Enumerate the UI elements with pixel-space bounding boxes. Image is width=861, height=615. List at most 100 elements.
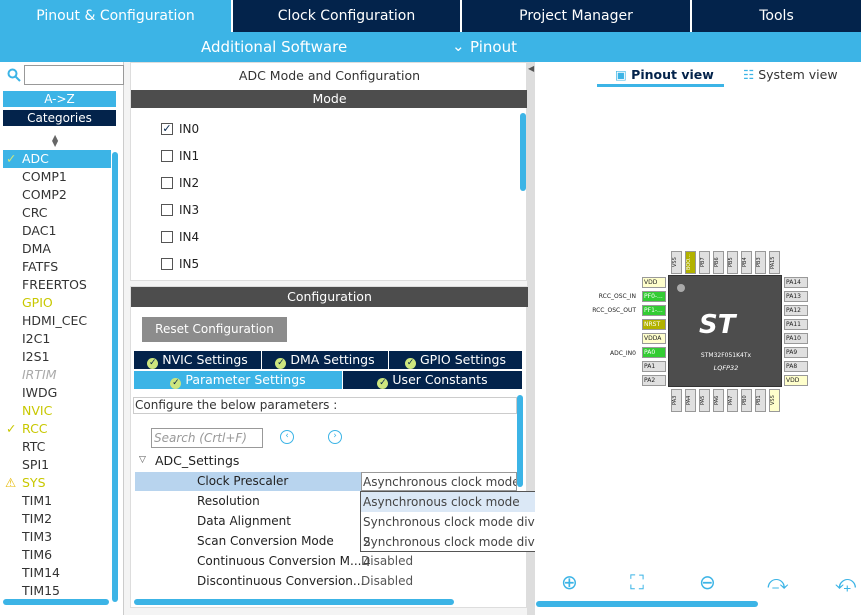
category-search-input[interactable] bbox=[24, 65, 124, 85]
list-item[interactable]: FATFS bbox=[3, 258, 111, 276]
checkbox-in5[interactable]: IN5 bbox=[161, 256, 199, 272]
previous-icon[interactable]: ‹ bbox=[280, 430, 294, 444]
pin[interactable]: VDD bbox=[642, 277, 666, 288]
additional-software-menu[interactable]: Additional Software bbox=[201, 38, 347, 56]
pin[interactable]: PA14 bbox=[784, 277, 808, 288]
list-item[interactable]: COMP2 bbox=[3, 186, 111, 204]
pin[interactable]: PA10 bbox=[784, 333, 808, 344]
pin[interactable]: PA9 bbox=[784, 347, 808, 358]
list-item[interactable]: RTC bbox=[3, 438, 111, 456]
rotate-right-icon[interactable]: ⤼ bbox=[767, 570, 788, 594]
pin[interactable]: PA1 bbox=[642, 361, 666, 372]
pin[interactable]: PB4 bbox=[741, 251, 752, 274]
list-item[interactable]: NVIC bbox=[3, 402, 111, 420]
pin[interactable]: PA7 bbox=[727, 389, 738, 412]
pin[interactable]: VSS bbox=[769, 389, 780, 412]
sort-az-button[interactable]: A->Z bbox=[3, 91, 116, 107]
zoom-in-icon[interactable]: ⊕ bbox=[561, 570, 578, 594]
category-hscrollbar[interactable] bbox=[3, 599, 109, 605]
pin[interactable]: PB5 bbox=[727, 251, 738, 274]
pin[interactable]: PA13 bbox=[784, 291, 808, 302]
checkbox-in2[interactable]: IN2 bbox=[161, 175, 199, 191]
group-adc-settings[interactable]: ADC_Settings bbox=[155, 453, 239, 468]
pin[interactable]: PA12 bbox=[784, 305, 808, 316]
pin[interactable]: PB1 bbox=[755, 389, 766, 412]
list-item[interactable]: IWDG bbox=[3, 384, 111, 402]
checkbox-in3[interactable]: IN3 bbox=[161, 202, 199, 218]
pin[interactable]: PB6 bbox=[713, 251, 724, 274]
config-hscrollbar[interactable] bbox=[134, 599, 454, 605]
tab-user-constants[interactable]: ✓ User Constants bbox=[343, 371, 522, 389]
pinout-hscrollbar[interactable] bbox=[536, 601, 758, 607]
list-item[interactable]: I2S1 bbox=[3, 348, 111, 366]
pin[interactable]: VDD bbox=[784, 375, 808, 386]
pin[interactable]: PF0-... bbox=[642, 291, 666, 302]
collapse-arrow-icon[interactable]: ◀ bbox=[528, 64, 534, 73]
pin[interactable]: PF1-... bbox=[642, 305, 666, 316]
pin[interactable]: PA2 bbox=[642, 375, 666, 386]
list-item-sys[interactable]: ⚠ SYS bbox=[3, 474, 111, 492]
config-scrollbar[interactable] bbox=[517, 395, 523, 487]
next-icon[interactable]: › bbox=[328, 430, 342, 444]
pin[interactable]: PA11 bbox=[784, 319, 808, 330]
list-item[interactable]: TIM6 bbox=[3, 546, 111, 564]
list-item-adc[interactable]: ✓ ADC bbox=[3, 150, 111, 168]
list-item[interactable]: COMP1 bbox=[3, 168, 111, 186]
rotate-left-icon[interactable]: ⤽ bbox=[835, 570, 856, 594]
list-item-rcc[interactable]: ✓ RCC bbox=[3, 420, 111, 438]
list-item[interactable]: I2C1 bbox=[3, 330, 111, 348]
checkbox-in4[interactable]: IN4 bbox=[161, 229, 199, 245]
list-item[interactable]: SPI1 bbox=[3, 456, 111, 474]
list-item[interactable]: TIM15 bbox=[3, 582, 111, 600]
pin[interactable]: BOO... bbox=[685, 251, 696, 274]
pin[interactable]: PA4 bbox=[685, 389, 696, 412]
param-row[interactable]: Continuous Conversion M... Disabled bbox=[135, 552, 515, 571]
param-row-clock-prescaler[interactable]: Clock Prescaler Asynchronous clock mode bbox=[135, 472, 517, 491]
tab-gpio-settings[interactable]: ✓ GPIO Settings bbox=[389, 351, 522, 369]
pin[interactable]: PA6 bbox=[713, 389, 724, 412]
list-item[interactable]: DAC1 bbox=[3, 222, 111, 240]
tab-parameter-settings[interactable]: ✓ Parameter Settings bbox=[134, 371, 343, 389]
pinout-menu[interactable]: Pinout bbox=[470, 38, 517, 56]
clock-prescaler-select[interactable]: Asynchronous clock mode bbox=[361, 472, 517, 491]
pin[interactable]: VSS bbox=[671, 251, 682, 274]
pin[interactable]: PA8 bbox=[784, 361, 808, 372]
mcu-chip[interactable]: ST STM32F051K4Tx LQFP32 bbox=[668, 275, 782, 387]
list-item[interactable]: CRC bbox=[3, 204, 111, 222]
tab-project-manager[interactable]: Project Manager bbox=[462, 0, 692, 32]
pinout-view-tab[interactable]: ▣ Pinout view bbox=[615, 67, 714, 82]
tab-clock-configuration[interactable]: Clock Configuration bbox=[233, 0, 462, 32]
reset-configuration-button[interactable]: Reset Configuration bbox=[142, 317, 287, 342]
fit-to-window-icon[interactable]: ⛶ bbox=[630, 570, 644, 594]
list-item[interactable]: TIM3 bbox=[3, 528, 111, 546]
tab-dma-settings[interactable]: ✓ DMA Settings bbox=[262, 351, 389, 369]
pin[interactable]: PA15 bbox=[769, 251, 780, 274]
checkbox-in0[interactable]: ✓ IN0 bbox=[161, 121, 199, 137]
pin[interactable]: PA5 bbox=[699, 389, 710, 412]
param-row[interactable]: Discontinuous Conversion... Disabled bbox=[135, 572, 515, 591]
list-item[interactable]: TIM14 bbox=[3, 564, 111, 582]
pin[interactable]: PA0 bbox=[642, 347, 666, 358]
pin[interactable]: VDDA bbox=[642, 333, 666, 344]
pin[interactable]: PB0 bbox=[741, 389, 752, 412]
pin[interactable]: NRST bbox=[642, 319, 666, 330]
category-scrollbar[interactable] bbox=[112, 152, 118, 602]
list-item[interactable]: FREERTOS bbox=[3, 276, 111, 294]
pin[interactable]: PB3 bbox=[755, 251, 766, 274]
categories-button[interactable]: Categories bbox=[3, 110, 116, 126]
tab-nvic-settings[interactable]: ✓ NVIC Settings bbox=[134, 351, 262, 369]
list-item[interactable]: DMA bbox=[3, 240, 111, 258]
zoom-out-icon[interactable]: ⊖ bbox=[699, 570, 716, 594]
list-item[interactable]: GPIO bbox=[3, 294, 111, 312]
pin[interactable]: PA3 bbox=[671, 389, 682, 412]
collapse-chevron-icon[interactable]: ▽ bbox=[139, 455, 146, 465]
parameter-search-input[interactable]: Search (Crtl+F) bbox=[151, 428, 263, 448]
pin[interactable]: PB7 bbox=[699, 251, 710, 274]
list-item[interactable]: TIM2 bbox=[3, 510, 111, 528]
tab-pinout-configuration[interactable]: Pinout & Configuration bbox=[0, 0, 233, 32]
system-view-tab[interactable]: ☷ System view bbox=[743, 67, 838, 82]
tab-tools[interactable]: Tools bbox=[692, 0, 861, 32]
list-item[interactable]: IRTIM bbox=[3, 366, 111, 384]
mode-scrollbar[interactable] bbox=[520, 113, 526, 191]
list-item[interactable]: TIM1 bbox=[3, 492, 111, 510]
